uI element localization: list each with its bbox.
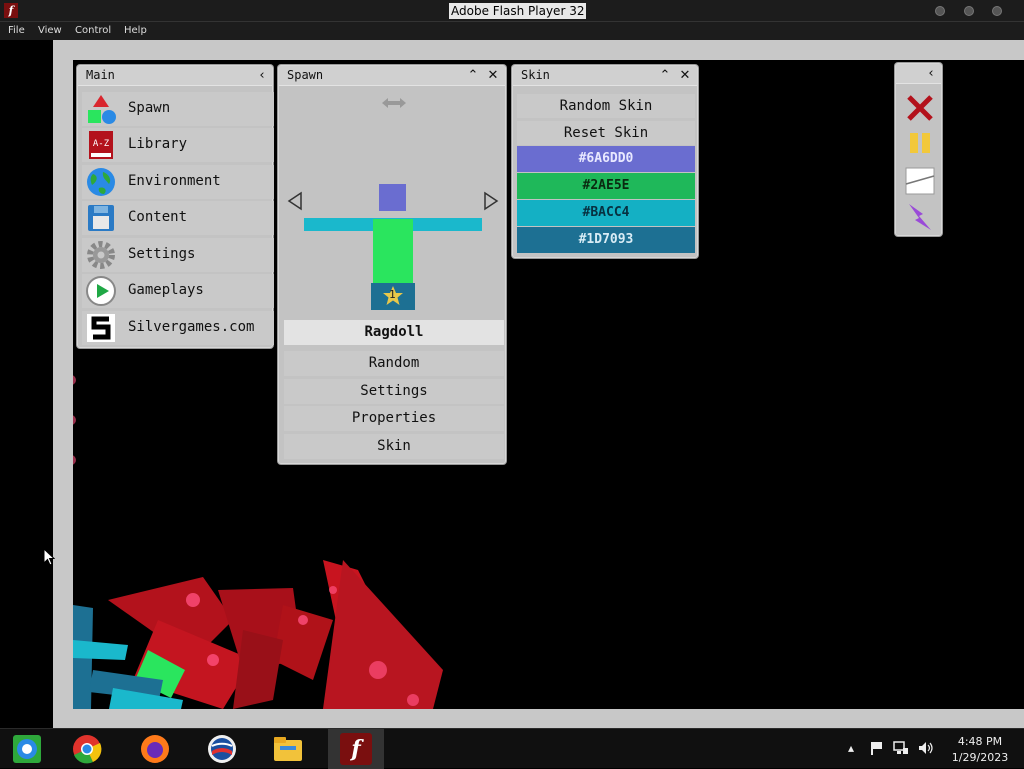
main-item-silvergames[interactable]: Silvergames.com — [82, 311, 274, 345]
silvergames-logo-icon — [87, 314, 115, 342]
spawn-settings-button[interactable]: Settings — [284, 379, 504, 404]
flash-icon: f — [4, 3, 18, 18]
volume-icon[interactable] — [918, 741, 934, 755]
svg-text:A-Z: A-Z — [93, 139, 110, 149]
tray-expand-icon[interactable]: ▴ — [848, 741, 854, 755]
globe-icon — [87, 168, 115, 196]
ragdoll-preview: 1 — [304, 184, 484, 311]
window-titlebar: f Adobe Flash Player 32 — [0, 0, 1024, 22]
shapes-icon — [88, 95, 116, 124]
maximize-button[interactable] — [964, 6, 974, 16]
reset-skin-button[interactable]: Reset Skin — [517, 121, 695, 145]
flag-icon[interactable] — [870, 741, 884, 755]
chevron-up-icon[interactable]: ⌃ — [655, 66, 675, 86]
chrome-icon[interactable] — [71, 733, 103, 765]
window-title: Adobe Flash Player 32 — [449, 3, 587, 19]
skin-panel-header[interactable]: Skin ⌃ ✕ — [513, 66, 697, 86]
ragdoll-head — [379, 184, 406, 211]
main-panel-title: Main — [86, 68, 115, 82]
resize-arrows-icon[interactable] — [382, 97, 406, 109]
mouse-cursor-icon — [43, 548, 55, 566]
main-item-library[interactable]: A-Z Library — [82, 128, 274, 162]
menu-file[interactable]: File — [8, 25, 25, 36]
app-icon[interactable] — [206, 733, 238, 765]
prev-arrow-icon[interactable] — [287, 191, 303, 211]
skin-color-torso[interactable]: #2AE5E — [517, 173, 695, 199]
skin-color-arms[interactable]: #BACC4 — [517, 200, 695, 226]
close-icon[interactable]: ✕ — [483, 66, 503, 86]
skin-color-legs[interactable]: #1D7093 — [517, 227, 695, 253]
main-item-label: Spawn — [128, 100, 171, 116]
spawn-panel: Spawn ⌃ ✕ 1 Ragdoll Random Settings Prop… — [278, 65, 506, 464]
main-panel-header[interactable]: Main ‹ — [78, 66, 272, 86]
next-arrow-icon[interactable] — [483, 191, 499, 211]
main-item-label: Settings — [128, 246, 196, 262]
chevron-up-icon[interactable]: ⌃ — [463, 66, 483, 86]
spawn-panel-header[interactable]: Spawn ⌃ ✕ — [279, 66, 505, 86]
flash-player-icon[interactable]: f — [340, 733, 372, 765]
menu-view[interactable]: View — [38, 25, 62, 36]
main-item-environment[interactable]: Environment — [82, 165, 274, 199]
tools-panel: ‹ — [895, 63, 942, 236]
menu-control[interactable]: Control — [75, 25, 111, 36]
skin-button[interactable]: Skin — [284, 434, 504, 459]
main-item-label: Silvergames.com — [128, 319, 255, 335]
main-item-spawn[interactable]: Spawn — [82, 92, 274, 126]
chrome-remote-icon[interactable] — [11, 733, 43, 765]
skin-panel: Skin ⌃ ✕ Random Skin Reset Skin #6A6DD0 … — [512, 65, 698, 258]
game-stage[interactable]: Main ‹ Spawn A-Z Library Environment Con… — [73, 60, 1024, 709]
taskbar: f ▴ 4:48 PM 1/29/2023 — [0, 728, 1024, 769]
main-item-label: Library — [128, 136, 188, 152]
ragdoll-torso — [373, 219, 413, 283]
collapse-icon[interactable]: ‹ — [252, 66, 272, 86]
main-item-label: Environment — [128, 173, 221, 189]
main-panel: Main ‹ Spawn A-Z Library Environment Con… — [77, 65, 274, 348]
spawn-panel-title: Spawn — [287, 68, 324, 82]
clock-date[interactable]: 1/29/2023 — [945, 751, 1015, 764]
clock-time[interactable]: 4:48 PM — [950, 735, 1010, 748]
gear-icon — [87, 241, 115, 269]
random-button[interactable]: Random — [284, 351, 504, 376]
skin-panel-title: Skin — [521, 68, 550, 82]
selected-spawn-name[interactable]: Ragdoll — [284, 320, 504, 345]
pause-icon[interactable] — [908, 132, 932, 154]
play-icon — [86, 276, 116, 306]
tools-panel-header[interactable]: ‹ — [896, 64, 941, 84]
lightning-icon[interactable] — [905, 202, 935, 232]
skin-color-head[interactable]: #6A6DD0 — [517, 146, 695, 172]
main-item-content[interactable]: Content — [82, 201, 274, 235]
collapse-icon[interactable]: ‹ — [921, 64, 941, 84]
spawn-badge-number: 1 — [389, 288, 396, 301]
properties-button[interactable]: Properties — [284, 406, 504, 431]
slow-motion-icon[interactable] — [905, 166, 935, 196]
firefox-icon[interactable] — [139, 733, 171, 765]
network-icon[interactable] — [893, 741, 909, 755]
random-skin-button[interactable]: Random Skin — [517, 94, 695, 118]
menu-help[interactable]: Help — [124, 25, 147, 36]
main-item-label: Gameplays — [128, 282, 204, 298]
close-icon[interactable]: ✕ — [675, 66, 695, 86]
main-item-settings[interactable]: Settings — [82, 238, 274, 272]
close-button[interactable] — [992, 6, 1002, 16]
main-item-label: Content — [128, 209, 188, 225]
floppy-disk-icon — [88, 205, 114, 231]
minimize-button[interactable] — [935, 6, 945, 16]
menubar: File View Control Help — [0, 22, 1024, 40]
delete-icon[interactable] — [905, 93, 935, 123]
file-explorer-icon[interactable] — [272, 733, 304, 765]
book-icon: A-Z — [89, 131, 113, 159]
main-item-gameplays[interactable]: Gameplays — [82, 274, 274, 308]
